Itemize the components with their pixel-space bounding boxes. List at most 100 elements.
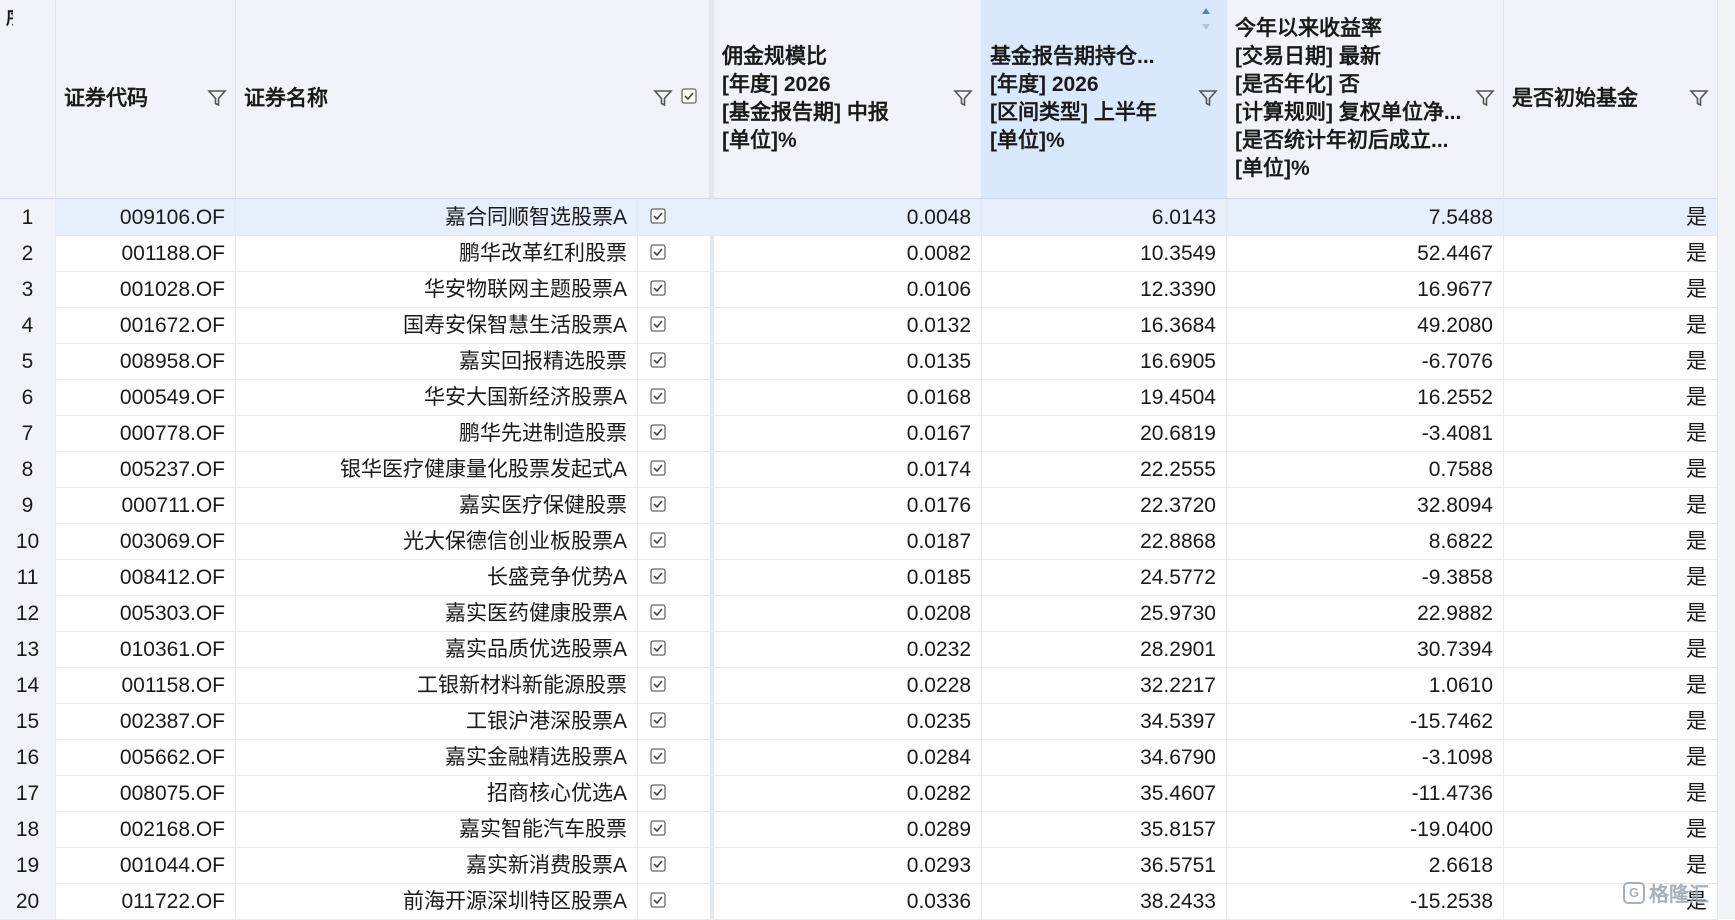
header-code[interactable]: 证券代码 [56,0,236,198]
filter-icon[interactable] [207,88,227,108]
cell-code[interactable]: 008412.OF [56,559,236,595]
cell-code[interactable]: 008958.OF [56,343,236,379]
cell-initial-fund[interactable]: 是 [1504,739,1718,775]
cell-initial-fund[interactable]: 是 [1504,523,1718,559]
cell-holding[interactable]: 32.2217 [982,667,1227,703]
row-index[interactable]: 13 [0,631,56,667]
cell-holding[interactable]: 10.3549 [982,235,1227,271]
cell-holding[interactable]: 12.3390 [982,271,1227,307]
cell-holding[interactable]: 16.3684 [982,307,1227,343]
cell-ytd-return[interactable]: 16.2552 [1227,379,1504,415]
cell-code[interactable]: 001028.OF [56,271,236,307]
cell-holding[interactable]: 34.5397 [982,703,1227,739]
cell-initial-fund[interactable]: 是 [1504,199,1718,235]
cell-code[interactable]: 005237.OF [56,451,236,487]
cell-name[interactable]: 嘉合同顺智选股票A [236,199,638,235]
cell-initial-fund[interactable]: 是 [1504,667,1718,703]
filter-icon[interactable] [1198,88,1218,108]
cell-holding[interactable]: 38.2433 [982,883,1227,919]
cell-name[interactable]: 华安大国新经济股票A [236,379,638,415]
cell-code[interactable]: 000778.OF [56,415,236,451]
cell-name[interactable]: 鹏华先进制造股票 [236,415,638,451]
cell-code[interactable]: 009106.OF [56,199,236,235]
cell-name[interactable]: 光大保德信创业板股票A [236,523,638,559]
cell-ytd-return[interactable]: -6.7076 [1227,343,1504,379]
cell-initial-fund[interactable]: 是 [1504,703,1718,739]
cell-holding[interactable]: 19.4504 [982,379,1227,415]
header-initial-fund[interactable]: 是否初始基金 [1504,0,1718,198]
row-index[interactable]: 19 [0,847,56,883]
filter-icon[interactable] [1689,88,1709,108]
cell-name[interactable]: 嘉实智能汽车股票 [236,811,638,847]
row-index[interactable]: 15 [0,703,56,739]
table-row[interactable]: 17 008075.OF 招商核心优选A 0.0282 35.4607 -11.4736 是 [0,775,1718,812]
checkbox-icon[interactable] [650,748,666,764]
cell-ytd-return[interactable]: -3.1098 [1227,739,1504,775]
filter-icon[interactable] [653,88,673,108]
checkbox-icon[interactable] [650,568,666,584]
cell-holding[interactable]: 22.3720 [982,487,1227,523]
cell-commission[interactable]: 0.0282 [714,775,982,811]
cell-initial-fund[interactable]: 是 [1504,595,1718,631]
checkbox-icon[interactable] [650,280,666,296]
cell-name[interactable]: 招商核心优选A [236,775,638,811]
cell-commission[interactable]: 0.0289 [714,811,982,847]
cell-name[interactable]: 嘉实医疗保健股票 [236,487,638,523]
cell-name[interactable]: 嘉实品质优选股票A [236,631,638,667]
header-commission[interactable]: 佣金规模比 [年度] 2026 [基金报告期] 中报 [单位]% [714,0,982,198]
header-index[interactable]: 序号 [0,0,56,198]
checkbox-icon[interactable] [650,604,666,620]
cell-name[interactable]: 嘉实金融精选股票A [236,739,638,775]
cell-ytd-return[interactable]: 49.2080 [1227,307,1504,343]
cell-commission[interactable]: 0.0048 [714,199,982,235]
cell-ytd-return[interactable]: 0.7588 [1227,451,1504,487]
cell-initial-fund[interactable]: 是 [1504,271,1718,307]
cell-commission[interactable]: 0.0336 [714,883,982,919]
cell-name[interactable]: 鹏华改革红利股票 [236,235,638,271]
cell-code[interactable]: 011722.OF [56,883,236,919]
cell-code[interactable]: 000711.OF [56,487,236,523]
cell-code[interactable]: 005303.OF [56,595,236,631]
cell-ytd-return[interactable]: -15.7462 [1227,703,1504,739]
sort-ascending-icon[interactable] [1200,6,1212,32]
table-row[interactable]: 19 001044.OF 嘉实新消费股票A 0.0293 36.5751 2.6618 是 [0,847,1718,884]
checkbox-icon[interactable] [650,460,666,476]
header-ytd-return[interactable]: 今年以来收益率 [交易日期] 最新 [是否年化] 否 [计算规则] 复权单位净.… [1227,0,1504,198]
cell-commission[interactable]: 0.0187 [714,523,982,559]
checkbox-icon[interactable] [650,316,666,332]
cell-code[interactable]: 001158.OF [56,667,236,703]
cell-commission[interactable]: 0.0135 [714,343,982,379]
cell-code[interactable]: 008075.OF [56,775,236,811]
cell-code[interactable]: 002387.OF [56,703,236,739]
cell-initial-fund[interactable]: 是 [1504,559,1718,595]
cell-ytd-return[interactable]: 52.4467 [1227,235,1504,271]
table-row[interactable]: 18 002168.OF 嘉实智能汽车股票 0.0289 35.8157 -19.0400… [0,811,1718,848]
cell-holding[interactable]: 22.8868 [982,523,1227,559]
row-index[interactable]: 11 [0,559,56,595]
checkbox-icon[interactable] [650,424,666,440]
cell-commission[interactable]: 0.0176 [714,487,982,523]
row-index[interactable]: 5 [0,343,56,379]
row-index[interactable]: 2 [0,235,56,271]
row-index[interactable]: 17 [0,775,56,811]
cell-initial-fund[interactable]: 是 [1504,379,1718,415]
cell-code[interactable]: 005662.OF [56,739,236,775]
table-row[interactable]: 5 008958.OF 嘉实回报精选股票 0.0135 16.6905 -6.7076 是 [0,343,1718,380]
cell-ytd-return[interactable]: 16.9677 [1227,271,1504,307]
checkbox-icon[interactable] [650,676,666,692]
cell-name[interactable]: 嘉实新消费股票A [236,847,638,883]
cell-holding[interactable]: 25.9730 [982,595,1227,631]
cell-ytd-return[interactable]: -9.3858 [1227,559,1504,595]
cell-name[interactable]: 嘉实回报精选股票 [236,343,638,379]
row-index[interactable]: 16 [0,739,56,775]
table-row[interactable]: 9 000711.OF 嘉实医疗保健股票 0.0176 22.3720 32.8094 是 [0,487,1718,524]
cell-name[interactable]: 工银新材料新能源股票 [236,667,638,703]
cell-commission[interactable]: 0.0284 [714,739,982,775]
cell-ytd-return[interactable]: -19.0400 [1227,811,1504,847]
row-index[interactable]: 1 [0,199,56,235]
cell-code[interactable]: 010361.OF [56,631,236,667]
checkbox-icon[interactable] [650,208,666,224]
cell-ytd-return[interactable]: 32.8094 [1227,487,1504,523]
checkbox-icon[interactable] [650,532,666,548]
cell-commission[interactable]: 0.0293 [714,847,982,883]
